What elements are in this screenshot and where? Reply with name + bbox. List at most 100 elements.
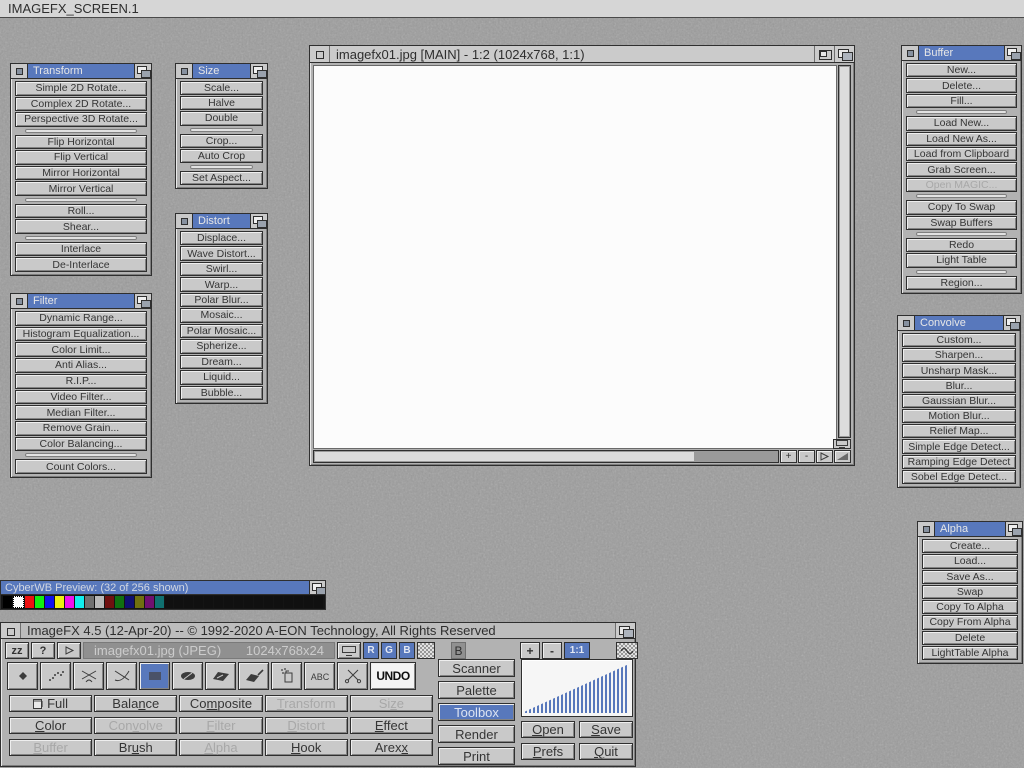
sleep-button[interactable]: zz — [5, 642, 29, 659]
button-prefs[interactable]: Prefs — [521, 743, 575, 760]
palette-swatch[interactable] — [115, 596, 124, 608]
palette-swatch[interactable] — [125, 596, 134, 608]
button-delete[interactable]: Delete... — [906, 78, 1017, 92]
run-button[interactable] — [57, 642, 81, 659]
button-quit[interactable]: Quit — [579, 743, 633, 760]
polygon-tool-button[interactable] — [205, 662, 236, 690]
close-icon[interactable] — [898, 316, 914, 330]
ramp-icon[interactable] — [834, 450, 851, 463]
palette-swatch[interactable] — [294, 596, 303, 608]
button-color-limit[interactable]: Color Limit... — [15, 342, 147, 357]
palette-swatch[interactable] — [3, 596, 12, 608]
button-save-as[interactable]: Save As... — [922, 570, 1018, 584]
image-window-title-bar[interactable]: imagefx01.jpg [MAIN] - 1:2 (1024x768, 1:… — [310, 46, 854, 63]
point-tool-button[interactable] — [7, 662, 38, 690]
button-flip-horizontal[interactable]: Flip Horizontal — [15, 135, 147, 150]
depth-gadget-icon[interactable] — [135, 64, 151, 78]
button-simple-edge-detect[interactable]: Simple Edge Detect... — [902, 439, 1016, 453]
help-button[interactable]: ? — [31, 642, 55, 659]
button-motion-blur[interactable]: Motion Blur... — [902, 409, 1016, 423]
screen-title-bar[interactable]: IMAGEFX_SCREEN.1 — [0, 0, 1024, 18]
line-tool-button[interactable] — [73, 662, 104, 690]
button-polar-mosaic[interactable]: Polar Mosaic... — [180, 324, 263, 338]
depth-gadget-icon[interactable] — [309, 581, 325, 594]
button-bubble[interactable]: Bubble... — [180, 386, 263, 400]
zoom-out-button[interactable]: - — [542, 642, 562, 659]
button-wave-distort[interactable]: Wave Distort... — [180, 246, 263, 260]
palette-swatch[interactable] — [264, 596, 273, 608]
button-redo[interactable]: Redo — [906, 238, 1017, 252]
button-fill[interactable]: Fill... — [906, 94, 1017, 108]
button-palette[interactable]: Palette — [438, 681, 515, 699]
dither-pattern-button[interactable] — [417, 642, 435, 659]
button-blur[interactable]: Blur... — [902, 379, 1016, 393]
button-delete[interactable]: Delete — [922, 631, 1018, 645]
palette-swatch[interactable] — [274, 596, 283, 608]
button-load[interactable]: Load... — [922, 554, 1018, 568]
button-sobel-edge-detect[interactable]: Sobel Edge Detect... — [902, 470, 1016, 484]
zoom-out-button[interactable]: - — [798, 450, 815, 463]
text-tool-button[interactable]: ABC — [304, 662, 335, 690]
button-dream[interactable]: Dream... — [180, 355, 263, 369]
button-complex-2d-rotate[interactable]: Complex 2D Rotate... — [15, 97, 147, 112]
palette-swatch[interactable] — [75, 596, 84, 608]
button-gaussian-blur[interactable]: Gaussian Blur... — [902, 394, 1016, 408]
palette-swatch[interactable] — [184, 596, 193, 608]
palette-swatch[interactable] — [214, 596, 223, 608]
spray-tool-button[interactable] — [271, 662, 302, 690]
palette-swatch[interactable] — [194, 596, 203, 608]
button-scale[interactable]: Scale... — [180, 81, 263, 95]
zoom-gadget-icon[interactable] — [814, 46, 834, 62]
palette-swatch[interactable] — [234, 596, 243, 608]
button-grab-screen[interactable]: Grab Screen... — [906, 162, 1017, 176]
zoom-in-button[interactable]: + — [780, 450, 797, 463]
button-swirl[interactable]: Swirl... — [180, 262, 263, 276]
palette-swatch[interactable] — [304, 596, 313, 608]
button-video-filter[interactable]: Video Filter... — [15, 390, 147, 405]
close-icon[interactable] — [176, 64, 192, 78]
button-render[interactable]: Render — [438, 725, 515, 743]
scrollbar-thumb[interactable] — [840, 67, 849, 436]
button-copy-to-alpha[interactable]: Copy To Alpha — [922, 600, 1018, 614]
button-load-from-clipboard[interactable]: Load from Clipboard — [906, 147, 1017, 161]
close-icon[interactable] — [918, 522, 934, 536]
palette-swatch[interactable] — [45, 596, 54, 608]
depth-gadget-icon[interactable] — [1005, 46, 1021, 60]
button-simple-2d-rotate[interactable]: Simple 2D Rotate... — [15, 81, 147, 96]
freehand-tool-button[interactable] — [40, 662, 71, 690]
blue-channel-button[interactable]: B — [399, 642, 415, 659]
button-toolbox[interactable]: Toolbox — [438, 703, 515, 721]
palette-swatch[interactable] — [165, 596, 174, 608]
button-remove-grain[interactable]: Remove Grain... — [15, 421, 147, 436]
depth-gadget-icon[interactable] — [135, 294, 151, 308]
button-spherize[interactable]: Spherize... — [180, 339, 263, 353]
button-swap-buffers[interactable]: Swap Buffers — [906, 216, 1017, 230]
close-icon[interactable] — [176, 214, 192, 228]
palette-swatch[interactable] — [284, 596, 293, 608]
button-sharpen[interactable]: Sharpen... — [902, 348, 1016, 362]
palette-swatch[interactable] — [155, 596, 164, 608]
palette-swatch[interactable] — [95, 596, 104, 608]
palette-swatch[interactable] — [135, 596, 144, 608]
button-halve[interactable]: Halve — [180, 96, 263, 110]
palette-swatch[interactable] — [254, 596, 263, 608]
zoom-in-button[interactable]: + — [520, 642, 540, 659]
button-unsharp-mask[interactable]: Unsharp Mask... — [902, 363, 1016, 377]
screen-mode-button[interactable] — [337, 642, 361, 659]
button-warp[interactable]: Warp... — [180, 277, 263, 291]
button-print[interactable]: Print — [438, 747, 515, 765]
button-median-filter[interactable]: Median Filter... — [15, 405, 147, 420]
button-liquid[interactable]: Liquid... — [180, 370, 263, 384]
button-interlace[interactable]: Interlace — [15, 242, 147, 257]
button-load-new-as[interactable]: Load New As... — [906, 132, 1017, 146]
button-scanner[interactable]: Scanner — [438, 659, 515, 677]
button-ramping-edge-detect[interactable]: Ramping Edge Detect — [902, 455, 1016, 469]
palette-title-bar[interactable]: CyberWB Preview: (32 of 256 shown) — [1, 581, 325, 595]
button-arexx[interactable]: Arexx — [350, 739, 433, 756]
depth-gadget-icon[interactable] — [1006, 522, 1022, 536]
palette-swatch[interactable] — [204, 596, 213, 608]
button-dynamic-range[interactable]: Dynamic Range... — [15, 311, 147, 326]
button-crop[interactable]: Crop... — [180, 134, 263, 148]
close-icon[interactable] — [902, 46, 918, 60]
palette-swatch[interactable] — [25, 596, 34, 608]
